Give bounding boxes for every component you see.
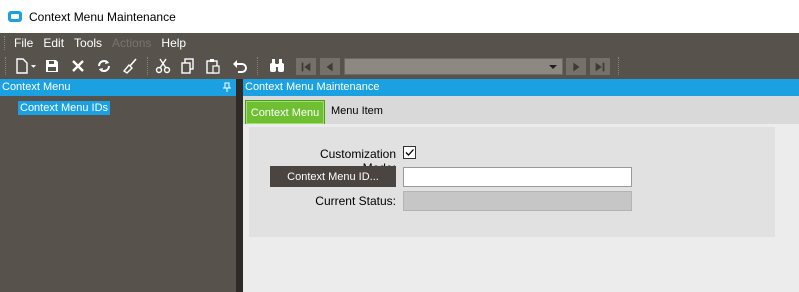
undo-icon — [233, 60, 247, 73]
first-record-icon — [301, 62, 311, 71]
next-record-button[interactable] — [566, 58, 586, 75]
copy-icon — [181, 58, 194, 74]
chevron-down-icon — [549, 65, 557, 69]
search-button[interactable] — [267, 57, 287, 75]
tree-pane: Context Menu Context Menu IDs — [0, 79, 236, 292]
app-icon — [8, 11, 22, 22]
menu-help[interactable]: Help — [161, 36, 186, 50]
clear-icon — [122, 58, 137, 74]
new-icon — [15, 58, 28, 74]
save-icon — [46, 60, 58, 72]
checkmark-icon — [405, 149, 414, 156]
previous-record-button[interactable] — [320, 58, 340, 75]
context-menu-id-input[interactable] — [403, 167, 632, 187]
pin-icon[interactable] — [222, 82, 232, 92]
refresh-button[interactable] — [94, 57, 114, 75]
tree-header-title: Context Menu — [2, 81, 71, 93]
menubar-grip[interactable] — [4, 36, 7, 50]
menu-actions: Actions — [112, 36, 152, 50]
record-selector[interactable] — [344, 58, 563, 75]
pane-splitter[interactable] — [236, 79, 243, 292]
last-record-icon — [595, 62, 605, 71]
tab-strip: Context Menu Menu Item — [243, 96, 799, 124]
last-record-button[interactable] — [590, 58, 610, 75]
customization-mode-checkbox[interactable] — [403, 146, 416, 159]
toolbar-separator — [257, 57, 258, 75]
undo-button[interactable] — [230, 57, 250, 75]
delete-button[interactable] — [68, 57, 88, 75]
clear-button[interactable] — [120, 57, 140, 75]
cut-icon — [155, 58, 171, 74]
current-status-label: Current Status: — [315, 194, 396, 208]
toolbar-grip[interactable] — [5, 57, 6, 75]
toolbar-separator — [618, 57, 619, 75]
tab-context-menu[interactable]: Context Menu — [245, 100, 325, 124]
menu-bar: File Edit Tools Actions Help — [0, 33, 799, 53]
search-icon — [270, 59, 284, 72]
form-panel: Customization Mode: Context Menu ID... C… — [249, 127, 775, 237]
chevron-down-icon — [30, 65, 36, 68]
save-button[interactable] — [42, 57, 62, 75]
toolbar — [0, 53, 799, 79]
cut-button[interactable] — [153, 57, 173, 75]
main-header: Context Menu Maintenance — [243, 79, 799, 96]
first-record-button[interactable] — [296, 58, 316, 75]
current-status-field — [403, 191, 632, 211]
paste-button[interactable] — [203, 57, 223, 75]
refresh-icon — [98, 60, 110, 72]
delete-icon — [72, 60, 84, 72]
main-pane: Context Menu Maintenance Context Menu Me… — [243, 79, 799, 292]
tab-menu-item[interactable]: Menu Item — [331, 105, 383, 117]
menu-tools[interactable]: Tools — [74, 36, 102, 50]
context-menu-id-button[interactable]: Context Menu ID... — [270, 166, 396, 187]
previous-record-icon — [326, 62, 333, 71]
tree-header: Context Menu — [0, 79, 236, 96]
menu-edit[interactable]: Edit — [43, 36, 64, 50]
tree-node-context-menu-ids[interactable]: Context Menu IDs — [18, 101, 111, 115]
copy-button[interactable] — [178, 57, 198, 75]
menu-file[interactable]: File — [14, 36, 33, 50]
next-record-icon — [573, 62, 580, 71]
paste-icon — [206, 59, 220, 74]
title-bar: Context Menu Maintenance — [0, 0, 799, 33]
window-title: Context Menu Maintenance — [29, 10, 176, 24]
new-button[interactable] — [11, 57, 39, 75]
toolbar-separator — [147, 57, 148, 75]
